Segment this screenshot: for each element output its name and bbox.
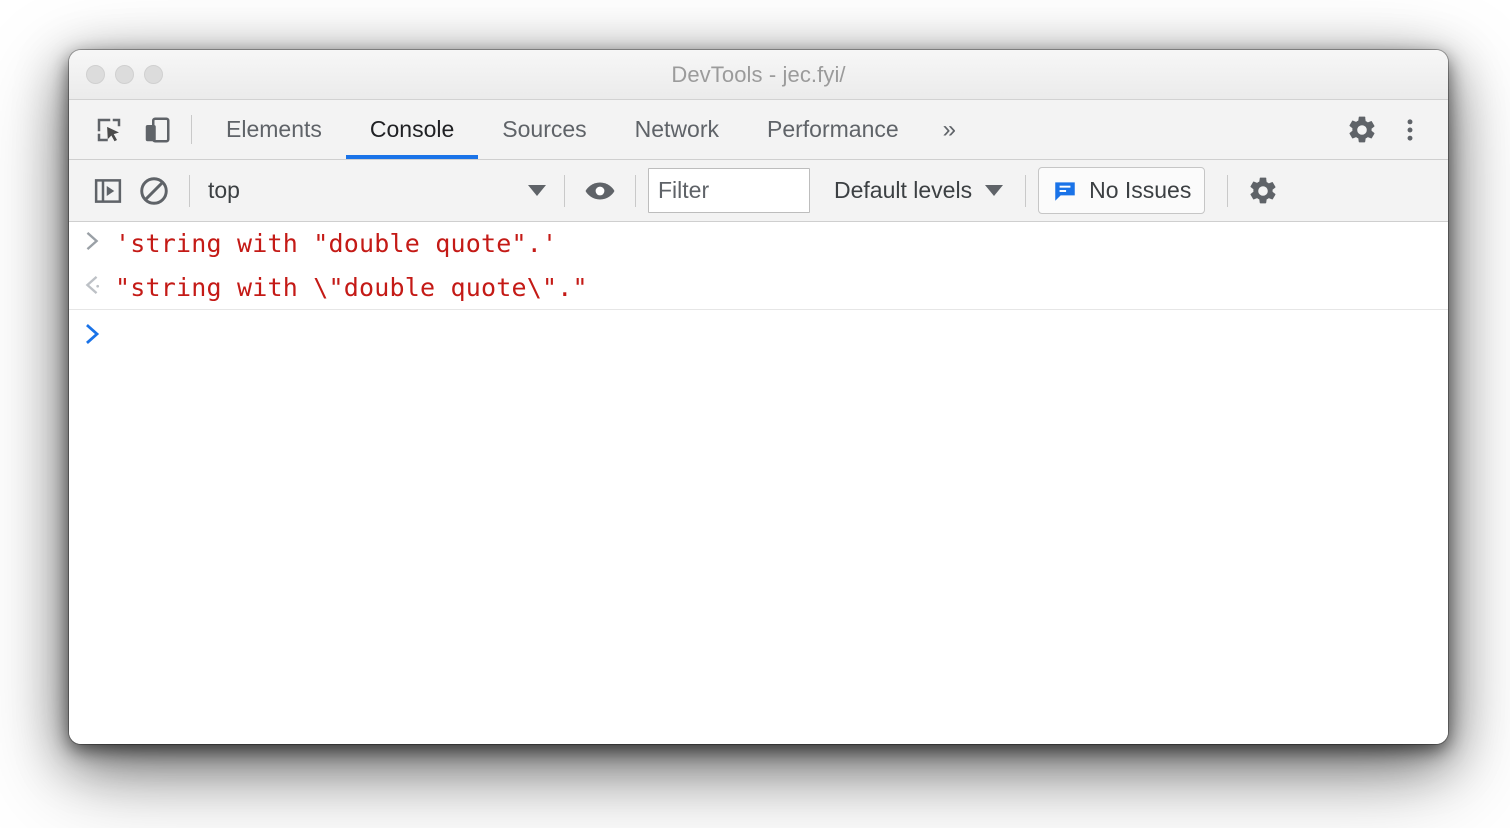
log-levels-label: Default levels bbox=[834, 177, 973, 203]
inspect-element-icon bbox=[97, 118, 121, 141]
devtools-tabbar: Elements Console Sources Network Perform… bbox=[69, 100, 1448, 160]
issues-badge[interactable]: No Issues bbox=[1038, 167, 1206, 214]
console-sidebar-toggle-button[interactable] bbox=[85, 168, 131, 214]
execution-context-selector[interactable]: top bbox=[202, 171, 552, 211]
chevron-down-icon bbox=[985, 185, 1004, 196]
device-toolbar-button[interactable] bbox=[133, 100, 181, 159]
live-expression-eye-icon bbox=[585, 182, 615, 199]
clear-console-button[interactable] bbox=[131, 168, 177, 214]
gear-icon bbox=[1250, 177, 1276, 203]
tab-network[interactable]: Network bbox=[611, 100, 743, 159]
console-toolbar-divider-5 bbox=[1227, 174, 1229, 207]
tab-sources-label: Sources bbox=[502, 116, 587, 142]
console-prompt-row[interactable] bbox=[69, 310, 1448, 362]
console-output-row: "string with \"double quote\"." bbox=[69, 266, 1448, 310]
more-tabs-button[interactable]: » bbox=[923, 100, 976, 159]
filter-input[interactable] bbox=[648, 168, 810, 213]
issues-bubble-icon bbox=[1055, 181, 1075, 201]
console-output-text: "string with \"double quote\"." bbox=[115, 273, 588, 302]
tab-console[interactable]: Console bbox=[345, 100, 479, 159]
console-row-gutter bbox=[69, 270, 115, 296]
close-button[interactable] bbox=[86, 65, 105, 84]
tab-performance[interactable]: Performance bbox=[743, 100, 923, 159]
device-toolbar-icon bbox=[145, 117, 170, 142]
console-toolbar-divider-3 bbox=[635, 174, 636, 207]
console-toolbar-divider-1 bbox=[189, 174, 190, 207]
devtools-more-options-button[interactable] bbox=[1386, 116, 1434, 144]
console-row-gutter bbox=[69, 226, 115, 252]
prompt-chevron-icon bbox=[86, 324, 100, 344]
execution-context-label: top bbox=[208, 177, 240, 203]
console-input-row: 'string with "double quote".' bbox=[69, 222, 1448, 266]
tab-elements-label: Elements bbox=[226, 116, 322, 142]
devtools-settings-button[interactable] bbox=[1338, 114, 1386, 146]
devtools-window: DevTools - jec.fyi/ Elements Console Sou… bbox=[69, 50, 1448, 744]
issues-badge-label: No Issues bbox=[1089, 177, 1192, 203]
console-toolbar: top Default levels bbox=[69, 160, 1448, 222]
console-prompt-gutter bbox=[69, 318, 115, 346]
screenshot-root: DevTools - jec.fyi/ Elements Console Sou… bbox=[0, 0, 1510, 828]
tabbar-actions bbox=[1317, 100, 1448, 159]
input-chevron-icon bbox=[86, 231, 99, 251]
output-chevron-icon bbox=[85, 275, 100, 295]
inspect-element-button[interactable] bbox=[85, 100, 133, 159]
tabbar-spacer bbox=[976, 100, 1317, 159]
console-toolbar-divider-2 bbox=[564, 174, 565, 207]
tab-network-label: Network bbox=[634, 116, 719, 142]
traffic-lights bbox=[86, 65, 163, 84]
tab-performance-label: Performance bbox=[767, 116, 899, 142]
live-expression-button[interactable] bbox=[577, 168, 623, 214]
console-settings-button[interactable] bbox=[1240, 168, 1286, 214]
window-title: DevTools - jec.fyi/ bbox=[671, 61, 846, 87]
console-input-text: 'string with "double quote".' bbox=[115, 229, 558, 258]
window-titlebar: DevTools - jec.fyi/ bbox=[69, 50, 1448, 100]
maximize-button[interactable] bbox=[144, 65, 163, 84]
console-toolbar-divider-4 bbox=[1025, 174, 1027, 207]
minimize-button[interactable] bbox=[115, 65, 134, 84]
chevron-double-right-icon: » bbox=[942, 115, 957, 143]
tab-console-label: Console bbox=[369, 116, 455, 142]
tabbar-divider-1 bbox=[191, 115, 192, 144]
tab-sources[interactable]: Sources bbox=[478, 100, 610, 159]
console-message-list[interactable]: 'string with "double quote".' "string wi… bbox=[69, 222, 1448, 744]
clear-console-icon bbox=[140, 176, 168, 205]
log-levels-dropdown[interactable]: Default levels bbox=[834, 177, 1004, 204]
gear-icon bbox=[1349, 116, 1375, 142]
console-sidebar-icon bbox=[94, 178, 122, 203]
chevron-down-icon bbox=[528, 185, 546, 196]
tab-elements[interactable]: Elements bbox=[202, 100, 346, 159]
more-vertical-icon bbox=[1407, 118, 1413, 141]
